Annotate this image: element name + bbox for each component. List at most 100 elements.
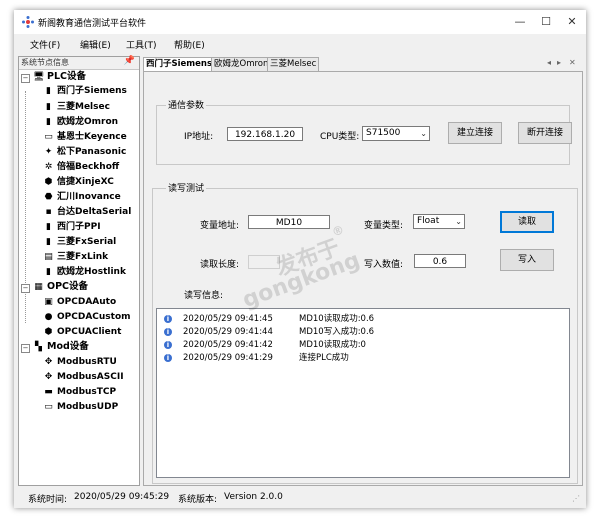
- system-version-label: 系统版本:: [178, 495, 218, 505]
- menu-bar: 文件(F) 编辑(E) 工具(T) 帮助(E): [14, 35, 586, 53]
- node-tree-panel: 系统节点信息 📌 − 🖥 PLC设备 ▮ 西门子Siemens ▮ 三菱Melsec …: [18, 56, 140, 486]
- read-button[interactable]: 读取: [500, 211, 554, 233]
- collapse-icon[interactable]: −: [21, 74, 30, 83]
- log-list[interactable]: i 2020/05/29 09:41:45 MD10读取成功:0.6 i 202…: [156, 308, 570, 478]
- system-time-label: 系统时间:: [28, 495, 68, 505]
- tree-item-label: 松下Panasonic: [57, 147, 127, 157]
- opc-icon: ●: [44, 312, 53, 322]
- list-item: i 2020/05/29 09:41:44 MD10写入成功:0.6: [157, 326, 567, 338]
- opc-icon: ▣: [44, 297, 53, 307]
- cpu-select-value: S71500: [366, 128, 401, 138]
- close-button[interactable]: ✕: [562, 13, 582, 31]
- list-item: i 2020/05/29 09:41:42 MD10读取成功:0: [157, 339, 567, 351]
- tree-panel-title: 系统节点信息: [21, 58, 69, 67]
- addr-label: 变量地址:: [200, 221, 240, 231]
- tree-item-inovance[interactable]: ⬣ 汇川Inovance: [43, 190, 121, 204]
- tree-panel-header: 系统节点信息 📌: [19, 56, 139, 70]
- tree-item-ppi[interactable]: ▮ 西门子PPI: [43, 220, 101, 234]
- tree-item-modbusrtu[interactable]: ✥ ModbusRTU: [43, 355, 117, 369]
- tree-item-label: 三菱FxSerial: [57, 237, 117, 247]
- collapse-icon[interactable]: −: [21, 284, 30, 293]
- tree-item-delta[interactable]: ▪ 台达DeltaSerial: [43, 205, 131, 219]
- tree-item-fxserial[interactable]: ▮ 三菱FxSerial: [43, 235, 116, 249]
- tab-melsec[interactable]: 三菱Melsec: [267, 57, 320, 72]
- tree-item-opcdacustom[interactable]: ● OPCDACustom: [43, 310, 131, 324]
- opc-icon: ⬢: [44, 327, 53, 337]
- tree-group-label: OPC设备: [47, 281, 89, 292]
- plc-icon: ⬣: [44, 192, 53, 202]
- log-time: 2020/05/29 09:41:45: [183, 314, 273, 324]
- tree-item-modbusascii[interactable]: ✥ ModbusASCII: [43, 370, 124, 384]
- collapse-icon[interactable]: −: [21, 344, 30, 353]
- tree-item-hostlink[interactable]: ▮ 欧姆龙Hostlink: [43, 265, 126, 279]
- tree-group-label: PLC设备: [47, 71, 86, 82]
- ip-input[interactable]: 192.168.1.20: [227, 127, 303, 141]
- connect-button[interactable]: 建立连接: [448, 122, 502, 144]
- tab-omron[interactable]: 欧姆龙Omron: [211, 57, 272, 72]
- plc-icon: ▪: [45, 207, 52, 217]
- modbus-icon: ✥: [44, 372, 53, 382]
- log-time: 2020/05/29 09:41:42: [183, 340, 273, 350]
- log-time: 2020/05/29 09:41:44: [183, 327, 273, 337]
- pin-icon[interactable]: 📌: [124, 56, 135, 66]
- menu-edit[interactable]: 编辑(E): [80, 38, 111, 51]
- tab-scroll-left-icon[interactable]: ◂: [547, 58, 551, 67]
- tree-item-omron[interactable]: ▮ 欧姆龙Omron: [43, 115, 118, 129]
- menu-help[interactable]: 帮助(E): [174, 38, 205, 51]
- chevron-down-icon: ⌄: [420, 129, 427, 138]
- server-icon: ▦: [34, 282, 43, 292]
- tree-item-siemens[interactable]: ▮ 西门子Siemens: [43, 84, 127, 98]
- tree-item-label: 台达DeltaSerial: [57, 207, 132, 217]
- tree-item-label: 三菱Melsec: [57, 102, 110, 112]
- tree-item-opcdaauto[interactable]: ▣ OPCDAAuto: [43, 295, 116, 309]
- tree-group-opc[interactable]: ▦ OPC设备: [33, 280, 88, 294]
- tree-group-mod[interactable]: ▚ Mod设备: [33, 340, 89, 354]
- log-message: MD10写入成功:0.6: [299, 327, 375, 337]
- tree-group-plc[interactable]: 🖥 PLC设备: [33, 70, 86, 84]
- disconnect-button[interactable]: 断开连接: [518, 122, 572, 144]
- write-button[interactable]: 写入: [500, 249, 554, 271]
- tree-item-xinje[interactable]: ⬢ 信捷XinjeXC: [43, 175, 114, 189]
- list-item: i 2020/05/29 09:41:45 MD10读取成功:0.6: [157, 313, 567, 325]
- app-window: 新阁教育通信测试平台软件 — ☐ ✕ 文件(F) 编辑(E) 工具(T) 帮助(…: [14, 10, 586, 508]
- menu-file[interactable]: 文件(F): [30, 38, 60, 51]
- tree-group-label: Mod设备: [47, 341, 89, 352]
- tree-item-panasonic[interactable]: ✦ 松下Panasonic: [43, 145, 127, 159]
- tree-item-label: 信捷XinjeXC: [57, 177, 114, 187]
- tree-item-beckhoff[interactable]: ✲ 倍福Beckhoff: [43, 160, 119, 174]
- plc-icon: ▮: [46, 267, 51, 277]
- type-select[interactable]: Float ⌄: [413, 214, 465, 229]
- minimize-button[interactable]: —: [510, 13, 530, 31]
- title-bar: 新阁教育通信测试平台软件 — ☐ ✕: [14, 10, 586, 34]
- window-title: 新阁教育通信测试平台软件: [38, 19, 147, 29]
- plc-icon: ▮: [46, 102, 51, 112]
- tab-scroll-right-icon[interactable]: ▸: [557, 58, 561, 67]
- tree-item-modbustcp[interactable]: ▬ ModbusTCP: [43, 385, 116, 399]
- tab-close-icon[interactable]: ✕: [569, 58, 576, 67]
- tab-strip: 西门子Siemens 欧姆龙Omron 三菱Melsec ◂ ▸ ✕: [143, 57, 583, 73]
- tree-item-modbusudp[interactable]: ▭ ModbusUDP: [43, 400, 118, 414]
- tree-item-label: 欧姆龙Omron: [57, 117, 119, 127]
- type-label: 变量类型:: [364, 221, 404, 231]
- maximize-button[interactable]: ☐: [536, 13, 556, 31]
- status-bar: 系统时间: 2020/05/29 09:45:29 系统版本: Version …: [14, 488, 586, 508]
- plc-icon: ▭: [44, 132, 53, 142]
- tree-item-opcuaclient[interactable]: ⬢ OPCUAClient: [43, 325, 122, 339]
- tree-item-label: 西门子PPI: [57, 222, 101, 232]
- log-message: 连接PLC成功: [299, 353, 349, 363]
- tree-item-label: ModbusUDP: [57, 402, 119, 412]
- menu-tools[interactable]: 工具(T): [126, 38, 157, 51]
- system-time-value: 2020/05/29 09:45:29: [74, 492, 170, 502]
- tree-item-melsec[interactable]: ▮ 三菱Melsec: [43, 100, 110, 114]
- addr-input[interactable]: MD10: [248, 215, 330, 229]
- cpu-select[interactable]: S71500 ⌄: [362, 126, 430, 141]
- comm-params-title: 通信参数: [166, 98, 207, 111]
- info-icon: i: [164, 341, 172, 349]
- write-value-input[interactable]: 0.6: [414, 254, 466, 268]
- modbus-icon: ▭: [44, 402, 53, 412]
- resize-grip-icon[interactable]: ⋰: [572, 494, 580, 503]
- tree-item-fxlink[interactable]: ▤ 三菱FxLink: [43, 250, 108, 264]
- tree-item-keyence[interactable]: ▭ 基恩士Keyence: [43, 130, 127, 144]
- tree-item-label: 三菱FxLink: [57, 252, 109, 262]
- tree-item-label: 欧姆龙Hostlink: [57, 267, 126, 277]
